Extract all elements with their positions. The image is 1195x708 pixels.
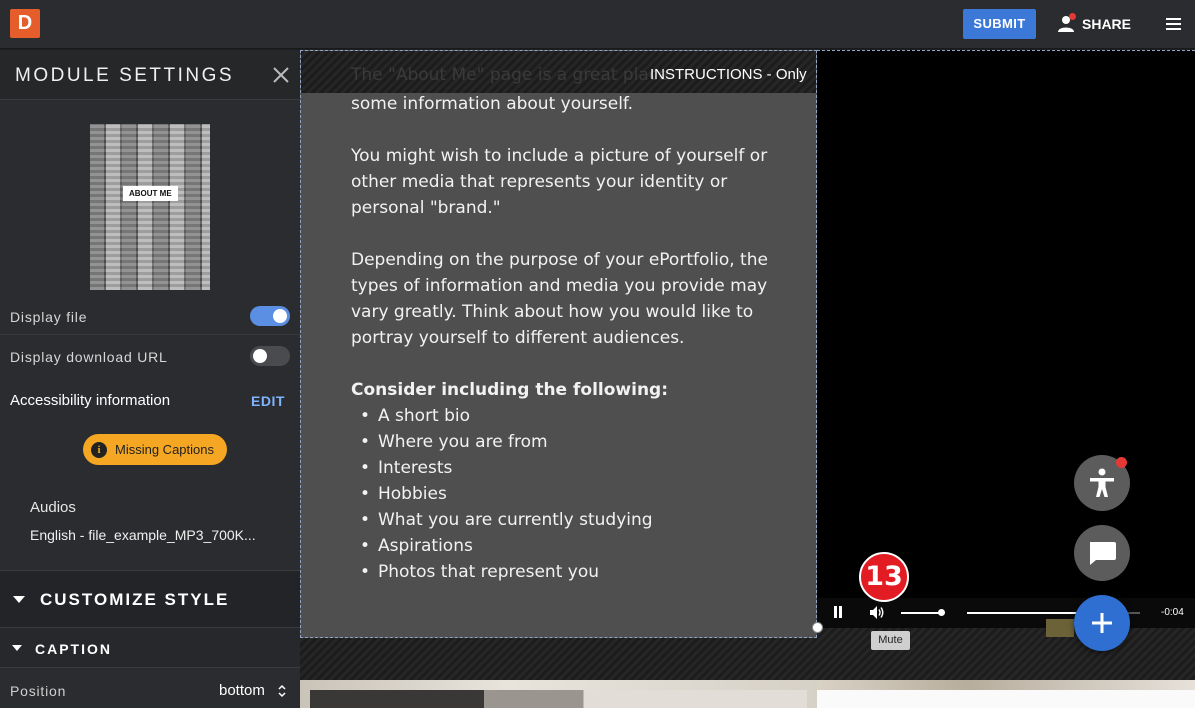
resize-handle[interactable]	[812, 622, 823, 633]
chat-button[interactable]	[1074, 525, 1130, 581]
media-player-module[interactable]	[817, 50, 1195, 628]
panel-header: MODULE SETTINGS	[0, 50, 300, 100]
list-heading: Consider including the following:	[351, 380, 669, 400]
position-select[interactable]: bottom	[219, 682, 265, 699]
thumbnail-caption: ABOUT ME	[123, 186, 178, 201]
step-number-badge: 13	[859, 552, 909, 602]
hamburger-menu-icon[interactable]	[1164, 15, 1184, 33]
list-item: Interests	[351, 455, 791, 481]
info-icon: i	[91, 441, 107, 458]
caret-down-icon	[12, 645, 22, 651]
position-label: Position	[10, 683, 67, 699]
paragraph: Depending on the purpose of your ePortfo…	[351, 250, 768, 348]
instructions-text-module[interactable]: The "About Me" page is a great place INS…	[300, 50, 817, 638]
toggle-knob	[253, 349, 267, 363]
image-preview	[817, 690, 1195, 708]
display-file-row: Display file	[0, 303, 300, 335]
display-file-label: Display file	[10, 309, 88, 325]
audios-label: Audios	[30, 499, 76, 516]
list-item: Photos that represent you	[351, 559, 791, 585]
toggle-knob	[273, 309, 287, 323]
missing-captions-badge[interactable]: i Missing Captions	[83, 434, 227, 465]
accessibility-edit-link[interactable]: EDIT	[251, 393, 285, 409]
share-button[interactable]: SHARE	[1058, 12, 1131, 36]
list-item: Where you are from	[351, 429, 791, 455]
list-item: Hobbies	[351, 481, 791, 507]
audio-file-name[interactable]: English - file_example_MP3_700K...	[30, 527, 256, 543]
pause-icon[interactable]	[834, 606, 842, 618]
accessibility-info-label: Accessibility information	[10, 392, 171, 409]
paragraph: some information about yourself.	[351, 94, 634, 114]
notification-dot	[1116, 457, 1127, 468]
top-bar: D SUBMIT SHARE	[0, 0, 1195, 49]
next-row-images	[300, 680, 1195, 708]
list-item: Aspirations	[351, 533, 791, 559]
volume-slider-handle[interactable]	[938, 609, 945, 616]
caption-title: CAPTION	[35, 641, 112, 657]
suggestion-list: A short bio Where you are from Interests…	[351, 403, 791, 585]
customize-style-section[interactable]: CUSTOMIZE STYLE	[0, 570, 300, 628]
display-file-toggle[interactable]	[250, 306, 290, 326]
caption-placeholder	[1046, 619, 1074, 637]
select-arrows-icon[interactable]	[277, 683, 287, 699]
display-download-label: Display download URL	[10, 349, 168, 365]
panel-title: MODULE SETTINGS	[15, 65, 235, 86]
mute-tooltip: Mute	[871, 631, 910, 650]
image-preview	[310, 690, 807, 708]
app-logo[interactable]: D	[10, 9, 40, 38]
display-download-row: Display download URL	[0, 335, 300, 375]
person-icon	[1058, 13, 1076, 33]
paragraph: You might wish to include a picture of y…	[351, 146, 768, 218]
list-item: A short bio	[351, 403, 791, 429]
submit-button[interactable]: SUBMIT	[963, 9, 1036, 39]
caption-section[interactable]: CAPTION	[0, 628, 300, 668]
missing-captions-label: Missing Captions	[115, 442, 214, 457]
customize-style-title: CUSTOMIZE STYLE	[40, 590, 230, 609]
image-module[interactable]	[300, 680, 817, 708]
caret-down-icon	[13, 596, 25, 603]
faded-text-line: The "About Me" page is a great place	[351, 65, 669, 85]
volume-slider[interactable]	[901, 612, 941, 614]
chat-icon	[1090, 542, 1116, 565]
module-settings-panel: MODULE SETTINGS ABOUT ME Display file Di…	[0, 50, 300, 708]
instructions-body: some information about yourself. You mig…	[351, 91, 791, 585]
display-download-toggle[interactable]	[250, 346, 290, 366]
add-button[interactable]	[1074, 595, 1130, 651]
notification-dot	[1069, 13, 1076, 20]
volume-icon[interactable]	[869, 605, 885, 620]
seek-progress	[967, 612, 1078, 614]
about-me-thumbnail: ABOUT ME	[90, 124, 210, 290]
time-remaining: -0:04	[1161, 607, 1184, 618]
image-module[interactable]	[817, 680, 1195, 708]
list-item: What you are currently studying	[351, 507, 791, 533]
instructions-label: INSTRUCTIONS - Only	[650, 66, 807, 83]
accessibility-button[interactable]	[1074, 455, 1130, 511]
plus-icon	[1092, 613, 1112, 633]
share-label: SHARE	[1082, 16, 1132, 32]
close-icon[interactable]	[272, 66, 290, 84]
